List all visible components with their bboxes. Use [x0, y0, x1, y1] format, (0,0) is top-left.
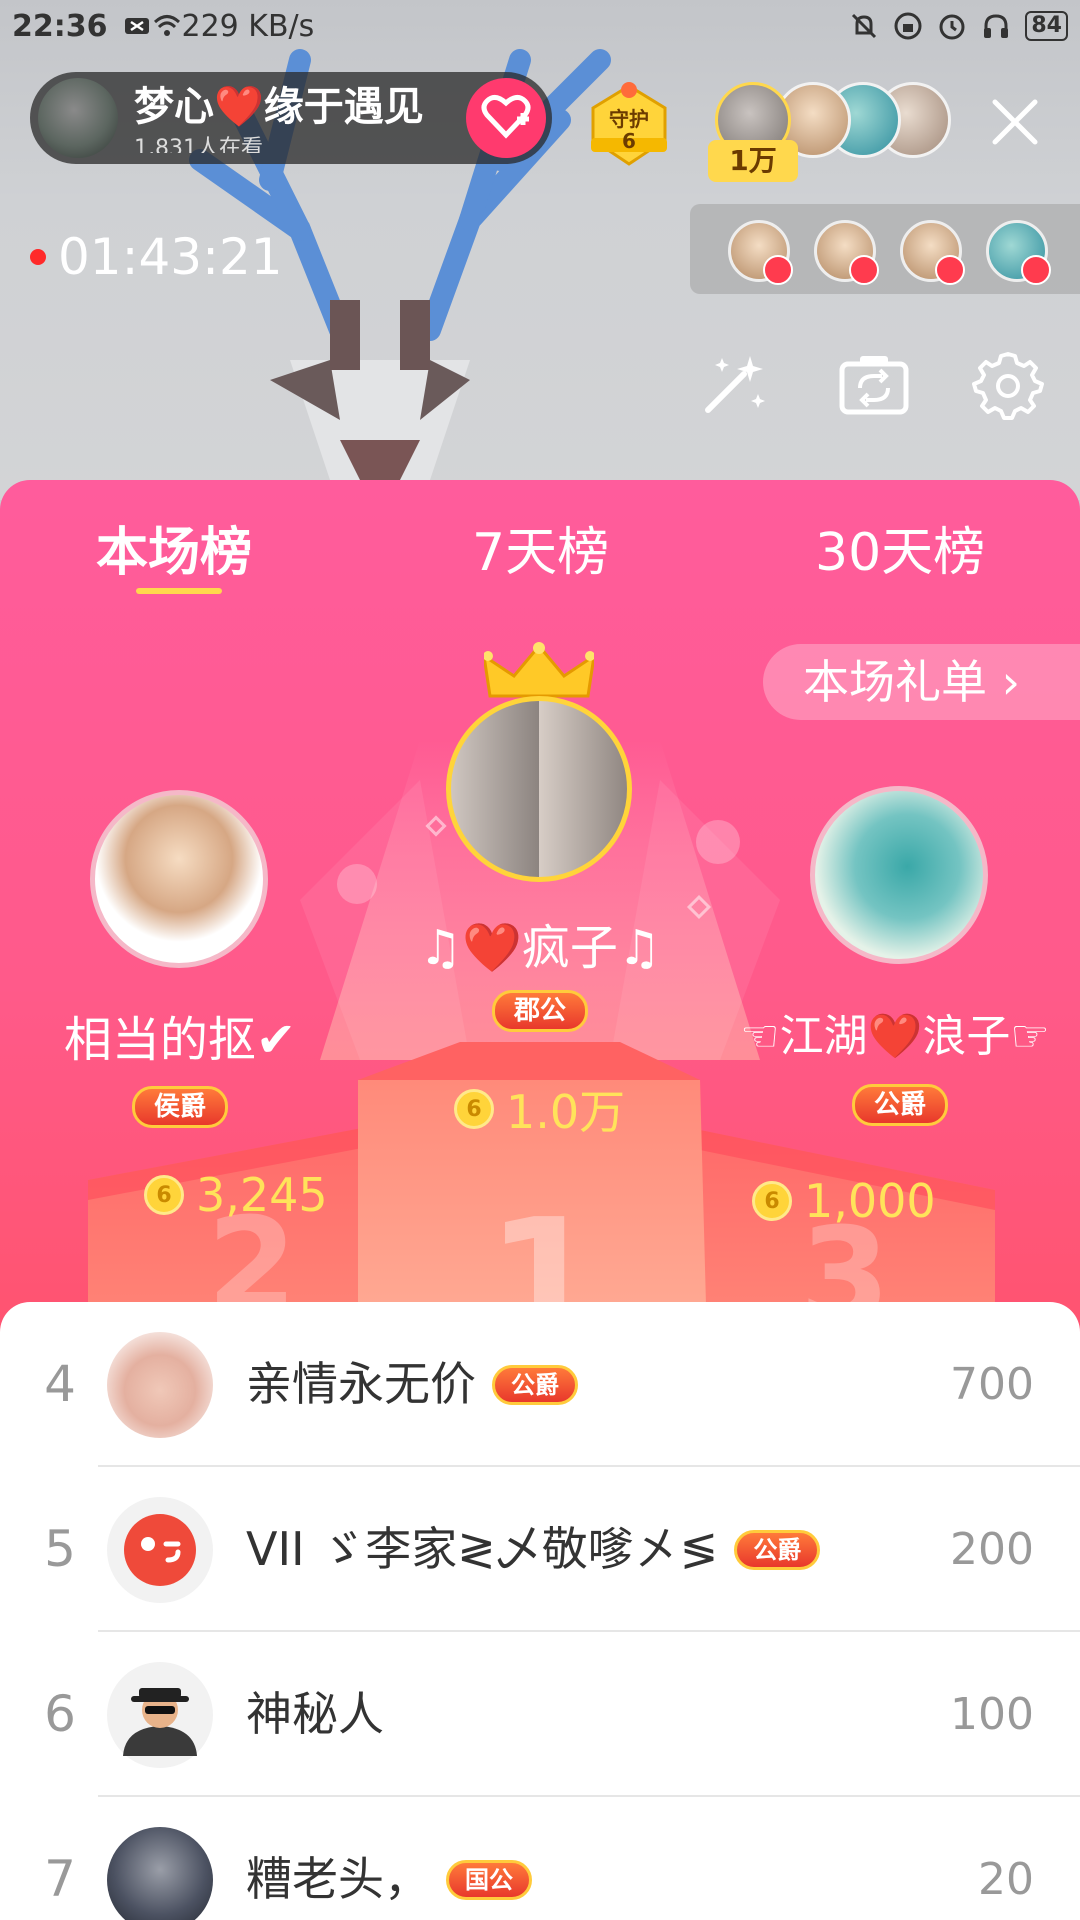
third-place-name: ☜江湖❤️浪子☞	[740, 1011, 1050, 1062]
close-icon	[992, 99, 1038, 145]
first-place-title-badge: 郡公	[492, 990, 588, 1032]
list-item[interactable]: 7 糟老头， 国公 20	[0, 1797, 1080, 1920]
rank-number: 7	[44, 1850, 76, 1908]
crown-icon	[484, 642, 594, 698]
live-indicator-dot	[30, 249, 46, 265]
mystery-person-icon	[123, 1688, 197, 1756]
ranking-tabs: 本场榜 7天榜 30天榜	[0, 510, 1080, 590]
seat-avatar[interactable]	[986, 220, 1051, 285]
gear-icon	[972, 352, 1044, 420]
list-item[interactable]: 6 神秘人 100	[0, 1632, 1080, 1797]
user-score: 700	[950, 1359, 1034, 1410]
rank-title-badge: 公爵	[734, 1529, 821, 1570]
list-item[interactable]: 5 VII ゞ李家≷乄敬嗲㐅≶ 公爵 200	[0, 1467, 1080, 1632]
settings-button[interactable]	[972, 348, 1044, 420]
guard-count: 6	[622, 129, 636, 153]
alarm-icon	[937, 11, 967, 41]
rank-number: 4	[44, 1355, 76, 1413]
tab-30-days[interactable]: 30天榜	[815, 510, 985, 585]
notification-icon	[122, 11, 152, 41]
status-bar: 22:36 229 KB/s 84	[0, 0, 1080, 52]
third-place-score-value: 1,000	[804, 1174, 936, 1228]
gift-list-button[interactable]: 本场礼单 ›	[763, 644, 1080, 720]
viewer-count-badge: 1万	[708, 140, 798, 182]
rank-number: 5	[44, 1520, 76, 1578]
third-place-title-badge: 公爵	[852, 1084, 948, 1126]
coin-icon: 6	[752, 1181, 792, 1221]
second-place-score: 6 3,245	[144, 1168, 328, 1222]
seat-avatar[interactable]	[728, 220, 793, 285]
lock-rotation-icon	[893, 11, 923, 41]
user-avatar[interactable]	[107, 1662, 213, 1768]
user-avatar[interactable]	[107, 1332, 213, 1438]
rank-title-badge: 公爵	[492, 1364, 578, 1405]
user-score: 20	[978, 1854, 1034, 1905]
second-place-name: 相当的抠✔	[63, 1012, 297, 1068]
rank-number: 6	[44, 1685, 76, 1743]
host-name: 梦心❤️缘于遇见	[134, 84, 424, 130]
mute-bell-icon	[849, 11, 879, 41]
live-timer-text: 01:43:21	[58, 228, 283, 286]
active-tab-indicator	[136, 588, 222, 594]
heart-plus-icon	[481, 93, 531, 143]
user-score: 200	[950, 1524, 1034, 1575]
camera-flip-icon	[839, 356, 909, 415]
guard-label: 守护	[609, 107, 649, 131]
ranking-list: 4 亲情永无价 公爵 700 5 VII ゞ李家≷乄敬嗲㐅≶ 公爵 200 6	[0, 1302, 1080, 1920]
host-avatar[interactable]	[38, 78, 118, 158]
third-place-score: 6 1,000	[752, 1174, 936, 1228]
follow-button[interactable]	[466, 78, 546, 158]
headphones-icon	[981, 11, 1011, 41]
close-button[interactable]	[985, 92, 1045, 152]
guard-badge[interactable]: 守护 6	[585, 78, 673, 168]
first-place-score: 6 1.0万	[454, 1076, 625, 1142]
first-place-score-value: 1.0万	[506, 1085, 626, 1139]
second-place-score-value: 3,245	[196, 1168, 328, 1222]
user-name: 亲情永无价	[246, 1357, 476, 1411]
seat-badge-icon	[763, 255, 793, 285]
live-timer: 01:43:21	[30, 228, 283, 286]
user-avatar[interactable]	[107, 1497, 213, 1603]
user-avatar[interactable]	[107, 1827, 213, 1920]
coin-icon: 6	[454, 1089, 494, 1129]
second-place-title-badge: 侯爵	[132, 1086, 228, 1128]
seat-badge-icon	[935, 255, 965, 285]
second-place-avatar[interactable]	[90, 790, 268, 968]
seat-avatar[interactable]	[814, 220, 879, 285]
user-name: VII ゞ李家≷乄敬嗲㐅≶	[246, 1522, 719, 1576]
user-score: 100	[950, 1689, 1034, 1740]
wink-face-icon	[124, 1514, 196, 1586]
mic-seat-strip	[690, 204, 1080, 294]
tab-7-days[interactable]: 7天榜	[472, 510, 609, 585]
rank-title-badge: 国公	[446, 1859, 532, 1900]
flip-camera-button[interactable]	[838, 348, 910, 420]
host-viewer-count: 1,831人在看	[134, 136, 263, 153]
seat-badge-icon	[849, 255, 879, 285]
beauty-filter-button[interactable]	[698, 348, 770, 420]
seat-avatar[interactable]	[900, 220, 965, 285]
first-place-avatar[interactable]	[446, 696, 632, 882]
host-info-pill[interactable]: 梦心❤️缘于遇见 1,831人在看	[30, 72, 552, 164]
battery-level: 84	[1025, 11, 1068, 41]
status-time: 22:36	[12, 8, 108, 44]
first-place-name: ♫❤️疯子♫	[419, 920, 661, 976]
list-item[interactable]: 4 亲情永无价 公爵 700	[0, 1302, 1080, 1467]
net-speed: 229 KB/s	[181, 8, 315, 44]
magic-wand-icon	[705, 356, 765, 413]
coin-icon: 6	[144, 1175, 184, 1215]
seat-badge-icon	[1021, 255, 1051, 285]
user-name: 糟老头，	[246, 1852, 430, 1906]
tab-current-session[interactable]: 本场榜	[96, 510, 252, 585]
wifi-icon	[152, 11, 182, 41]
third-place-avatar[interactable]	[810, 786, 988, 964]
user-name: 神秘人	[246, 1687, 384, 1741]
